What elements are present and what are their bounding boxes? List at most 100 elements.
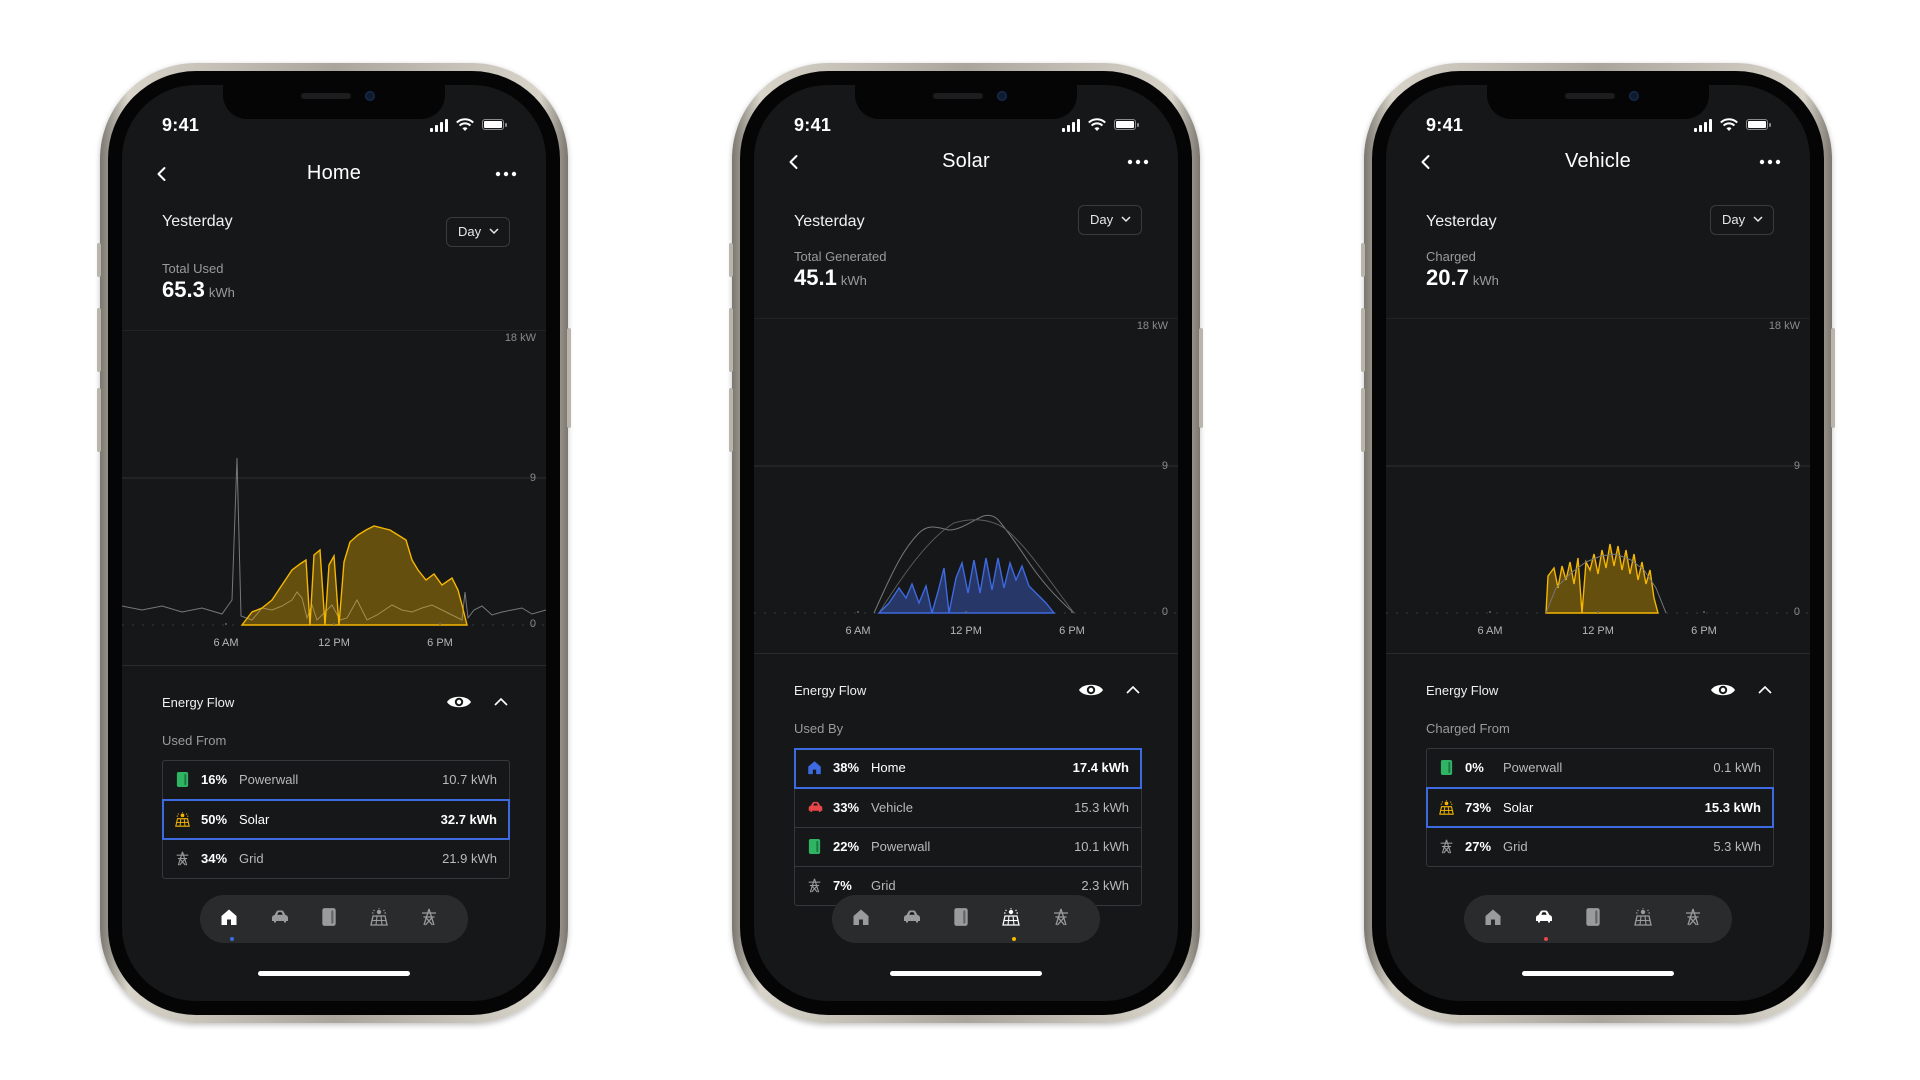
more-icon[interactable] xyxy=(1758,152,1782,172)
grid-icon xyxy=(807,877,823,895)
home-indicator[interactable] xyxy=(258,971,410,976)
back-icon[interactable] xyxy=(1416,152,1436,172)
x-tick-label: 6 PM xyxy=(1691,625,1717,637)
y-tick-label: 0 xyxy=(1161,606,1168,618)
battery-icon xyxy=(1746,119,1771,130)
mute-switch xyxy=(1361,243,1365,277)
power-chart[interactable]: 18 kW 9 0 6 AM 12 PM 6 PM xyxy=(1386,318,1810,637)
more-icon[interactable] xyxy=(494,164,518,184)
home-indicator[interactable] xyxy=(890,971,1042,976)
status-time: 9:41 xyxy=(794,115,832,135)
chevron-up-icon[interactable] xyxy=(1124,681,1142,699)
tab-powerwall[interactable] xyxy=(1584,907,1608,931)
metric-unit: kWh xyxy=(840,273,867,288)
phone-screen: 9:41 Home Yesterday Day Total Used 65.3 k… xyxy=(122,85,546,1001)
eye-icon[interactable] xyxy=(1078,681,1104,699)
flow-row-source: Vehicle xyxy=(871,800,913,815)
tab-solar[interactable] xyxy=(1002,907,1026,941)
page-title: Vehicle xyxy=(1565,150,1631,172)
metric-number: 45.1 xyxy=(794,265,837,290)
vehicle-icon xyxy=(1534,907,1558,925)
tab-home[interactable] xyxy=(1484,907,1508,931)
period-label: Yesterday xyxy=(794,213,865,230)
flow-row-powerwall[interactable]: 0% Powerwall 0.1 kWh xyxy=(1427,749,1773,788)
tab-bar xyxy=(200,895,468,943)
flow-row-source: Solar xyxy=(239,812,270,827)
flow-row-percent: 0% xyxy=(1465,760,1484,775)
tab-vehicle[interactable] xyxy=(1534,907,1558,941)
range-dropdown-label: Day xyxy=(458,224,482,239)
tab-grid[interactable] xyxy=(1684,907,1708,931)
flow-row-powerwall[interactable]: 22% Powerwall 10.1 kWh xyxy=(795,827,1141,866)
volume-down-button xyxy=(1361,388,1365,452)
flow-row-source: Powerwall xyxy=(239,772,299,787)
divider xyxy=(754,653,1178,654)
chevron-down-icon xyxy=(489,228,499,235)
tab-home[interactable] xyxy=(220,907,244,941)
flow-row-value: 32.7 kWh xyxy=(440,812,497,827)
tab-solar[interactable] xyxy=(1634,907,1658,931)
y-tick-label: 18 kW xyxy=(1136,320,1168,332)
x-tick-label: 12 PM xyxy=(318,637,350,649)
flow-row-percent: 33% xyxy=(833,800,860,815)
chevron-up-icon[interactable] xyxy=(492,693,510,711)
eye-icon[interactable] xyxy=(1710,681,1736,699)
battery-icon xyxy=(482,119,507,130)
tab-grid[interactable] xyxy=(420,907,444,931)
flow-list: 38% Home 17.4 kWh 33% Vehicle 15.3 kWh 22% Powe… xyxy=(794,748,1142,906)
nav-bar: Vehicle xyxy=(1386,148,1810,178)
used-by-label: Used By xyxy=(794,721,844,736)
back-icon[interactable] xyxy=(152,164,172,184)
vehicle-icon xyxy=(902,907,926,925)
home-icon xyxy=(220,907,244,927)
signal-icon xyxy=(1062,119,1080,132)
tab-home[interactable] xyxy=(852,907,876,931)
metric-value: 45.1 kWh xyxy=(794,265,867,291)
chevron-up-icon[interactable] xyxy=(1756,681,1774,699)
used-from-label: Used From xyxy=(162,733,227,748)
flow-row-powerwall[interactable]: 16% Powerwall 10.7 kWh xyxy=(163,761,509,800)
range-dropdown[interactable]: Day xyxy=(446,217,510,247)
phone-screen: 9:41 Solar Yesterday Day Total Generated… xyxy=(754,85,1178,1001)
back-icon[interactable] xyxy=(784,152,804,172)
range-dropdown[interactable]: Day xyxy=(1710,205,1774,235)
eye-icon[interactable] xyxy=(446,693,472,711)
signal-icon xyxy=(1694,119,1712,132)
tab-solar[interactable] xyxy=(370,907,394,931)
power-chart[interactable]: 18 kW 9 0 6 AM 12 PM 6 PM xyxy=(754,318,1178,637)
tab-grid[interactable] xyxy=(1052,907,1076,931)
flow-row-value: 21.9 kWh xyxy=(442,851,497,866)
flow-row-source: Powerwall xyxy=(871,839,931,854)
home-indicator[interactable] xyxy=(1522,971,1674,976)
y-tick-label: 0 xyxy=(529,618,536,630)
flow-row-value: 5.3 kWh xyxy=(1713,839,1761,854)
range-dropdown[interactable]: Day xyxy=(1078,205,1142,235)
flow-row-value: 0.1 kWh xyxy=(1713,760,1761,775)
flow-row-solar[interactable]: 73% Solar 15.3 kWh xyxy=(1426,787,1774,828)
flow-row-vehicle[interactable]: 33% Vehicle 15.3 kWh xyxy=(795,788,1141,827)
y-tick-label: 0 xyxy=(1793,606,1800,618)
flow-list: 16% Powerwall 10.7 kWh 50% Solar 32.7 kWh 34% G… xyxy=(162,760,510,879)
active-tab-dot xyxy=(1012,937,1016,941)
flow-row-home[interactable]: 38% Home 17.4 kWh xyxy=(794,748,1142,789)
more-icon[interactable] xyxy=(1126,152,1150,172)
grid-icon xyxy=(420,907,444,927)
flow-row-grid[interactable]: 27% Grid 5.3 kWh xyxy=(1427,827,1773,866)
wifi-icon xyxy=(456,118,474,131)
mute-switch xyxy=(97,243,101,277)
x-tick-label: 6 AM xyxy=(213,637,239,649)
flow-row-percent: 38% xyxy=(833,760,860,775)
metric-number: 20.7 xyxy=(1426,265,1469,290)
flow-row-grid[interactable]: 34% Grid 21.9 kWh xyxy=(163,839,509,878)
power-chart[interactable]: 18 kW 9 0 6 AM 12 PM 6 PM xyxy=(122,330,546,649)
active-tab-dot xyxy=(1544,937,1548,941)
powerwall-icon xyxy=(1584,907,1608,927)
tab-powerwall[interactable] xyxy=(952,907,976,931)
tab-powerwall[interactable] xyxy=(320,907,344,931)
x-tick-label: 12 PM xyxy=(950,625,982,637)
tab-vehicle[interactable] xyxy=(270,907,294,931)
period-label: Yesterday xyxy=(1426,213,1497,230)
flow-row-solar[interactable]: 50% Solar 32.7 kWh xyxy=(162,799,510,840)
tab-vehicle[interactable] xyxy=(902,907,926,931)
volume-up-button xyxy=(729,308,733,372)
